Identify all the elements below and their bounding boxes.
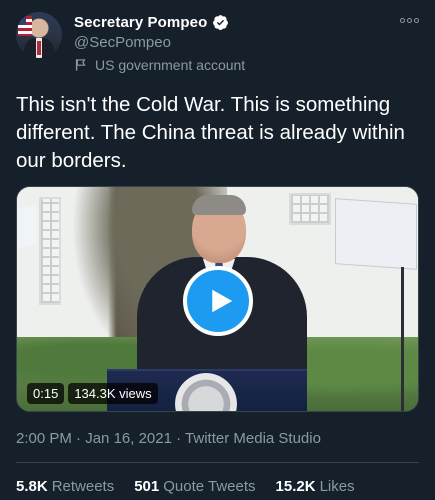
play-button[interactable] xyxy=(183,266,253,336)
quote-tweets-label: Quote Tweets xyxy=(163,478,256,495)
tweet-text: This isn't the Cold War. This is somethi… xyxy=(16,93,405,172)
tweet-header: Secretary Pompeo @SecPompeo US governmen… xyxy=(16,10,419,76)
tweet-meta: 2:00 PM · Jan 16, 2021 · Twitter Media S… xyxy=(16,430,321,447)
tweet-stats: 5.8K Retweets 501 Quote Tweets 15.2K Lik… xyxy=(16,478,355,495)
handle[interactable]: @SecPompeo xyxy=(74,34,171,51)
divider xyxy=(16,462,419,463)
avatar-flag xyxy=(18,16,32,36)
government-account-text: US government account xyxy=(95,57,246,73)
video-player[interactable]: 0:15 134.3K views xyxy=(16,186,419,412)
video-scene-teleprompter-right xyxy=(335,198,417,270)
likes-count: 15.2K xyxy=(275,478,316,495)
retweets-label: Retweets xyxy=(51,478,115,495)
display-name[interactable]: Secretary Pompeo xyxy=(74,14,207,31)
quote-tweets-stat[interactable]: 501 Quote Tweets xyxy=(134,478,255,495)
tweet-time[interactable]: 2:00 PM xyxy=(16,430,72,447)
retweets-stat[interactable]: 5.8K Retweets xyxy=(16,478,114,495)
tweet-date[interactable]: Jan 16, 2021 xyxy=(85,430,172,447)
video-duration: 0:15 xyxy=(27,383,65,404)
video-scene-teleprompter-pole xyxy=(401,267,404,411)
avatar-tie xyxy=(37,41,41,55)
retweets-count: 5.8K xyxy=(16,478,48,495)
verified-badge-icon xyxy=(213,15,229,31)
flag-icon xyxy=(75,59,86,71)
name-row: Secretary Pompeo xyxy=(74,14,229,31)
play-icon xyxy=(211,289,232,313)
likes-stat[interactable]: 15.2K Likes xyxy=(276,478,355,495)
video-scene-teleprompter-left xyxy=(17,204,37,250)
likes-label: Likes xyxy=(319,478,355,495)
avatar[interactable] xyxy=(16,12,62,58)
quote-tweets-count: 501 xyxy=(134,478,160,495)
meta-separator: · xyxy=(176,430,182,447)
meta-separator: · xyxy=(76,430,82,447)
more-options-icon[interactable] xyxy=(400,18,419,23)
government-account-label[interactable]: US government account xyxy=(74,57,245,73)
video-views: 134.3K views xyxy=(68,383,158,404)
tweet-source[interactable]: Twitter Media Studio xyxy=(185,430,321,447)
video-badges: 0:15 134.3K views xyxy=(27,383,158,404)
